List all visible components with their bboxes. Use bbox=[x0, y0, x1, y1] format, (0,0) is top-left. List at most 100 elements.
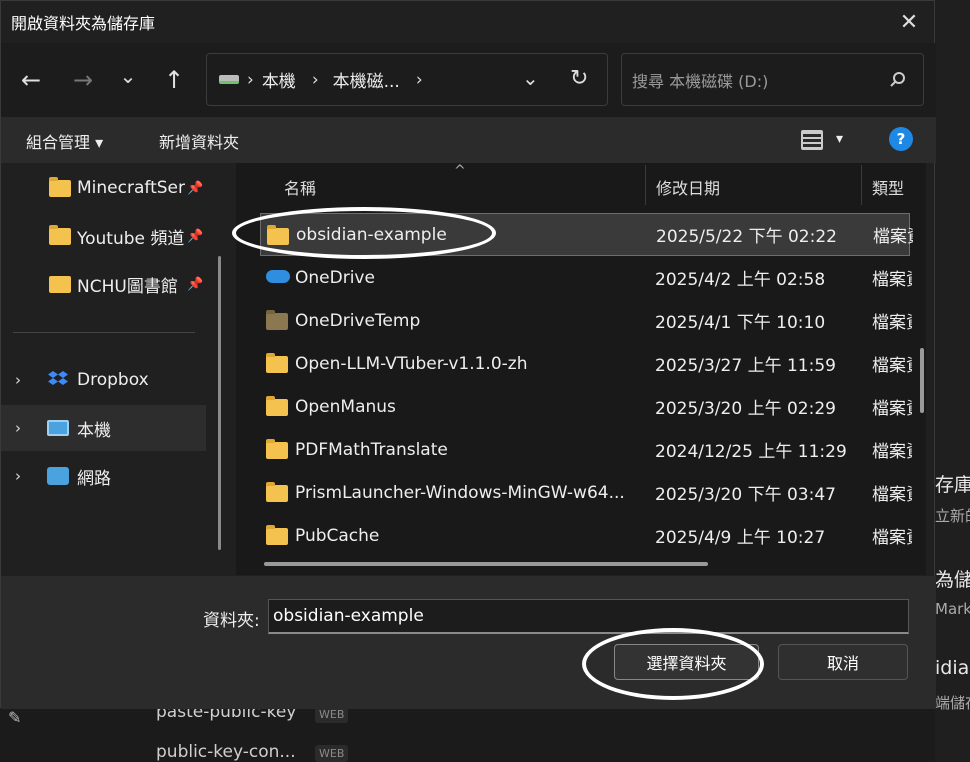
file-name: Open-LLM-VTuber-v1.1.0-zh bbox=[295, 353, 528, 374]
organize-menu[interactable]: 組合管理 ▾ bbox=[26, 129, 103, 153]
sidebar-item-youtube[interactable]: Youtube 頻道 📌 bbox=[49, 213, 209, 259]
file-date: 2025/4/2 上午 02:58 bbox=[655, 270, 826, 290]
chevron-down-icon: ⌄ bbox=[119, 64, 137, 88]
vertical-scrollbar[interactable] bbox=[920, 348, 924, 413]
background-bottom-list: paste-public-key WEB public-key-con... W… bbox=[0, 702, 935, 762]
file-date: 2024/12/25 上午 11:29 bbox=[655, 442, 847, 462]
file-row[interactable]: PDFMathTranslate 2024/12/25 上午 11:29 檔案資… bbox=[260, 428, 912, 471]
file-name: OneDrive bbox=[295, 267, 375, 288]
dialog-footer: 資料夾: obsidian-example 選擇資料夾 取消 bbox=[1, 576, 936, 709]
sidebar-item-minecraftserver[interactable]: MinecraftSer 📌 bbox=[49, 165, 209, 211]
sidebar-scrollbar[interactable] bbox=[218, 256, 221, 550]
file-row[interactable]: PrismLauncher-Windows-MinGW-w64... 2025/… bbox=[260, 471, 912, 514]
dialog-title: 開啟資料夾為儲存庫 bbox=[11, 14, 156, 33]
back-button[interactable]: ← bbox=[16, 65, 46, 95]
new-folder-button[interactable]: 新增資料夾 bbox=[159, 129, 239, 153]
sidebar-item-this-pc[interactable]: › 本機 bbox=[1, 405, 206, 451]
search-placeholder: 搜尋 本機磁碟 (D:) bbox=[632, 71, 769, 91]
file-row[interactable]: OneDriveTemp 2025/4/1 下午 10:10 檔案資料夾 bbox=[260, 299, 912, 342]
forward-button[interactable]: → bbox=[68, 65, 98, 95]
file-row[interactable]: OneDrive 2025/4/2 上午 02:58 檔案資料夾 bbox=[260, 256, 912, 299]
file-row[interactable]: obsidian-example 2025/5/22 下午 02:22 檔案資料… bbox=[260, 213, 913, 256]
expand-arrow-icon[interactable]: › bbox=[15, 467, 37, 485]
drive-icon bbox=[219, 75, 239, 84]
sidebar-item-label: NCHU圖書館 bbox=[77, 276, 178, 297]
bg-badge-2: WEB bbox=[315, 745, 349, 762]
column-name-header[interactable]: 名稱 bbox=[284, 175, 316, 199]
sidebar-item-label: 本機 bbox=[77, 420, 111, 441]
file-date: 2025/3/27 上午 11:59 bbox=[655, 356, 836, 376]
column-modified-header[interactable]: 修改日期 bbox=[656, 175, 720, 199]
folder-icon bbox=[49, 176, 71, 197]
breadcrumb-separator-icon: › bbox=[415, 69, 423, 90]
bg-list-item-2[interactable]: public-key-con... bbox=[156, 742, 296, 762]
horizontal-scrollbar[interactable] bbox=[264, 562, 708, 566]
bg-text-4: Mark bbox=[935, 600, 970, 618]
pin-icon: 📌 bbox=[187, 228, 204, 244]
cancel-button[interactable]: 取消 bbox=[778, 644, 908, 680]
file-type: 檔案資料夾 bbox=[872, 442, 912, 462]
sidebar-item-network[interactable]: › 網路 bbox=[1, 453, 206, 499]
background-right-panel: 存庫 立新的 為儲 Mark idian 端儲存 bbox=[935, 0, 970, 762]
view-dropdown-icon[interactable]: ▾ bbox=[836, 131, 843, 147]
help-button[interactable]: ? bbox=[889, 127, 913, 151]
sidebar-item-label: 網路 bbox=[77, 468, 111, 489]
breadcrumb-local-disk[interactable]: 本機磁... bbox=[333, 67, 400, 92]
file-type: 檔案資料夾 bbox=[872, 528, 912, 548]
file-row[interactable]: PubCache 2025/4/9 上午 10:27 檔案資料夾 bbox=[260, 514, 912, 557]
sidebar-item-label: Dropbox bbox=[77, 370, 149, 390]
network-icon bbox=[47, 467, 69, 485]
breadcrumb-this-pc[interactable]: 本機 bbox=[262, 67, 296, 92]
column-divider[interactable] bbox=[861, 165, 862, 205]
file-list: 名稱 ^ 修改日期 類型 obsidian-example 2025/5/22 … bbox=[236, 163, 926, 575]
folder-icon bbox=[266, 482, 288, 502]
file-type: 檔案資料夾 bbox=[872, 485, 912, 505]
bg-text-3: 為儲 bbox=[935, 569, 970, 591]
expand-arrow-icon[interactable]: › bbox=[15, 419, 37, 437]
search-icon bbox=[890, 72, 905, 87]
file-date: 2025/4/9 上午 10:27 bbox=[655, 528, 826, 548]
expand-arrow-icon[interactable]: › bbox=[15, 371, 37, 389]
file-name: PrismLauncher-Windows-MinGW-w64... bbox=[295, 482, 625, 503]
address-bar[interactable]: › 本機 › 本機磁... › ⌄ ↻ bbox=[206, 53, 608, 106]
sidebar-item-label: Youtube 頻道 bbox=[77, 228, 185, 249]
column-type-header[interactable]: 類型 bbox=[872, 175, 904, 199]
file-date: 2025/4/1 下午 10:10 bbox=[655, 313, 826, 333]
back-arrow-icon: ← bbox=[20, 66, 42, 94]
sidebar-item-nchu-library[interactable]: NCHU圖書館 📌 bbox=[49, 261, 209, 307]
breadcrumb-separator-icon: › bbox=[247, 69, 254, 90]
column-divider[interactable] bbox=[645, 165, 646, 205]
up-arrow-icon: ↑ bbox=[163, 66, 185, 94]
file-date: 2025/5/22 下午 02:22 bbox=[656, 227, 837, 247]
dialog-titlebar: 開啟資料夾為儲存庫 bbox=[1, 1, 934, 43]
open-folder-dialog: 開啟資料夾為儲存庫 ✕ ← → ⌄ ↑ › 本機 › 本機磁... › ⌄ ↻ … bbox=[0, 0, 936, 709]
file-name: PubCache bbox=[295, 525, 380, 546]
command-toolbar: 組合管理 ▾ 新增資料夾 ▾ ? bbox=[1, 117, 936, 163]
sidebar-item-dropbox[interactable]: › Dropbox bbox=[1, 357, 206, 403]
file-type: 檔案資料夾 bbox=[872, 356, 912, 376]
view-options-icon[interactable] bbox=[801, 130, 823, 150]
breadcrumb-separator-icon: › bbox=[311, 69, 319, 90]
file-row[interactable]: OpenManus 2025/3/20 上午 02:29 檔案資料夾 bbox=[260, 385, 912, 428]
address-dropdown-icon[interactable]: ⌄ bbox=[522, 66, 539, 90]
folder-name-value: obsidian-example bbox=[273, 606, 424, 626]
folder-icon bbox=[266, 310, 288, 330]
file-name: OneDriveTemp bbox=[295, 310, 421, 331]
refresh-icon[interactable]: ↻ bbox=[570, 66, 588, 91]
bg-text-6: 端儲存 bbox=[935, 694, 970, 712]
close-button[interactable]: ✕ bbox=[894, 7, 924, 37]
select-folder-button[interactable]: 選擇資料夾 bbox=[614, 644, 759, 680]
recent-locations-button[interactable]: ⌄ bbox=[113, 61, 143, 91]
cancel-label: 取消 bbox=[826, 654, 859, 673]
pen-icon[interactable]: ✎ bbox=[8, 708, 30, 727]
file-name: OpenManus bbox=[295, 396, 396, 417]
file-date: 2025/3/20 上午 02:29 bbox=[655, 399, 836, 419]
close-icon: ✕ bbox=[899, 9, 919, 35]
file-row[interactable]: Open-LLM-VTuber-v1.1.0-zh 2025/3/27 上午 1… bbox=[260, 342, 912, 385]
search-input[interactable]: 搜尋 本機磁碟 (D:) bbox=[621, 53, 924, 106]
folder-name-input[interactable]: obsidian-example bbox=[268, 599, 909, 634]
synced-folder-icon bbox=[49, 224, 71, 245]
forward-arrow-icon: → bbox=[72, 66, 94, 94]
up-button[interactable]: ↑ bbox=[159, 65, 189, 95]
onedrive-cloud-icon bbox=[266, 270, 290, 283]
